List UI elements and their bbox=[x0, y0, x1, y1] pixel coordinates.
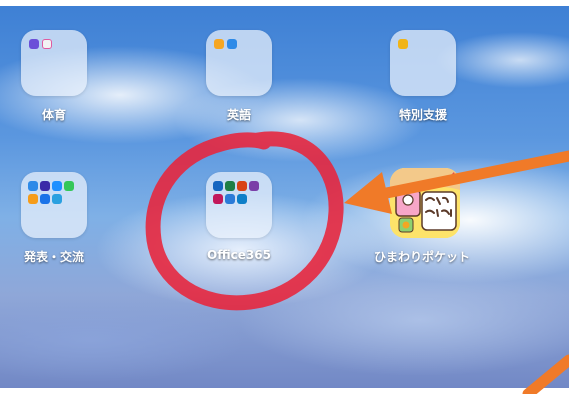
folder-label-office365: Office365 bbox=[207, 248, 271, 262]
app-mini-icon bbox=[213, 181, 223, 191]
folder-label-tokubetsu-shien: 特別支援 bbox=[398, 108, 447, 122]
app-mini-icon bbox=[398, 39, 408, 49]
folder-office365[interactable] bbox=[206, 172, 272, 238]
photo-border-top bbox=[0, 0, 569, 6]
app-mini-icon bbox=[237, 181, 247, 191]
app-label-himawari-pocket: ひまわりポケット bbox=[373, 250, 470, 264]
app-mini-icon bbox=[214, 39, 224, 49]
app-mini-icon bbox=[52, 194, 62, 204]
app-mini-icon bbox=[225, 181, 235, 191]
app-mini-icon bbox=[52, 181, 62, 191]
folder-label-taiiku: 体育 bbox=[41, 108, 66, 122]
app-mini-icon bbox=[28, 194, 38, 204]
app-mini-icon bbox=[237, 194, 247, 204]
app-mini-icon bbox=[225, 194, 235, 204]
app-mini-icon bbox=[64, 181, 74, 191]
himawari-pocket-app-icon[interactable] bbox=[390, 168, 460, 238]
folder-label-eigo: 英語 bbox=[226, 108, 251, 122]
app-mini-icon bbox=[40, 194, 50, 204]
ipad-home-screen: 体育 英語 特別支援 発表・交流 Office365 ひまわりポケット bbox=[0, 0, 569, 394]
folder-taiiku[interactable] bbox=[21, 30, 87, 96]
app-mini-icon bbox=[249, 181, 259, 191]
app-mini-icon bbox=[28, 181, 38, 191]
app-mini-icon bbox=[213, 194, 223, 204]
app-mini-icon bbox=[40, 181, 50, 191]
folder-eigo[interactable] bbox=[206, 30, 272, 96]
folder-happyou-kouryuu[interactable] bbox=[21, 172, 87, 238]
photo-border-bottom bbox=[0, 388, 569, 394]
app-mini-icon bbox=[227, 39, 237, 49]
folder-tokubetsu-shien[interactable] bbox=[390, 30, 456, 96]
himawari-logo-icon bbox=[390, 168, 460, 238]
app-mini-icon bbox=[29, 39, 39, 49]
folder-label-happyou-kouryuu: 発表・交流 bbox=[23, 250, 84, 264]
app-mini-icon bbox=[42, 39, 52, 49]
